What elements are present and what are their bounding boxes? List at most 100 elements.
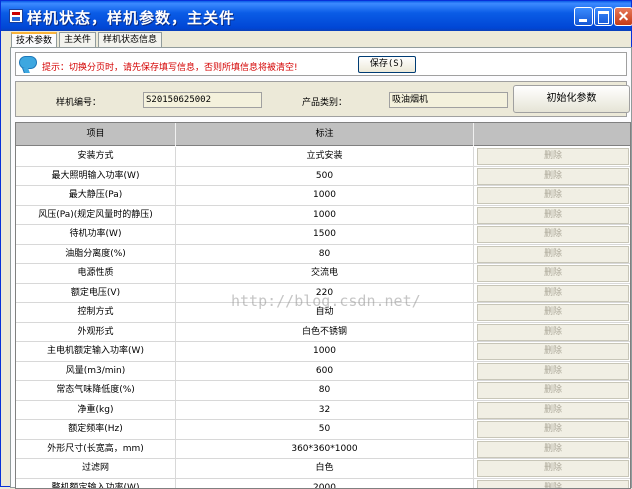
- delete-button[interactable]: 删除: [477, 226, 629, 243]
- table-row[interactable]: 最大照明输入功率(W)500删除: [16, 167, 631, 187]
- delete-button[interactable]: 删除: [477, 343, 629, 360]
- row-value-cell[interactable]: 50: [176, 420, 474, 439]
- row-value-cell[interactable]: 1500: [176, 225, 474, 244]
- row-action-cell: 删除: [474, 362, 631, 381]
- row-item-cell: 待机功率(W): [16, 225, 176, 244]
- row-value-cell[interactable]: 2000: [176, 479, 474, 489]
- row-action-cell: 删除: [474, 225, 631, 244]
- table-row[interactable]: 安装方式立式安装删除: [16, 147, 631, 167]
- table-row[interactable]: 油脂分离度(%)80删除: [16, 245, 631, 265]
- delete-button[interactable]: 删除: [477, 382, 629, 399]
- product-type-field[interactable]: 吸油烟机: [389, 92, 508, 108]
- save-button[interactable]: 保存(S): [358, 56, 416, 73]
- delete-button[interactable]: 删除: [477, 207, 629, 224]
- delete-button[interactable]: 删除: [477, 304, 629, 321]
- row-item-cell: 安装方式: [16, 147, 176, 166]
- speech-bubble-icon: [19, 56, 37, 69]
- row-item-cell: 最大照明输入功率(W): [16, 167, 176, 186]
- sample-info-panel: 样机编号： S20150625002 产品类别： 吸油烟机 初始化参数: [15, 81, 627, 117]
- row-value-cell[interactable]: 360*360*1000: [176, 440, 474, 459]
- table-row[interactable]: 额定频率(Hz)50删除: [16, 420, 631, 440]
- row-value-cell[interactable]: 1000: [176, 206, 474, 225]
- delete-button[interactable]: 删除: [477, 246, 629, 263]
- row-action-cell: 删除: [474, 147, 631, 166]
- table-row[interactable]: 额定电压(V)220删除: [16, 284, 631, 304]
- tab-sample-status[interactable]: 样机状态信息: [98, 32, 162, 47]
- row-action-cell: 删除: [474, 186, 631, 205]
- table-row[interactable]: 控制方式自动删除: [16, 303, 631, 323]
- header-item: 项目: [16, 123, 176, 146]
- row-value-cell[interactable]: 白色: [176, 459, 474, 478]
- delete-button[interactable]: 删除: [477, 421, 629, 438]
- close-button[interactable]: [614, 7, 632, 26]
- maximize-button[interactable]: [594, 7, 613, 26]
- delete-button[interactable]: 删除: [477, 363, 629, 380]
- params-table: 项目 标注 安装方式立式安装删除最大照明输入功率(W)500删除最大静压(Pa)…: [15, 122, 631, 489]
- table-header: 项目 标注: [16, 123, 631, 146]
- delete-button[interactable]: 删除: [477, 441, 629, 458]
- row-item-cell: 风量(m3/min): [16, 362, 176, 381]
- row-value-cell[interactable]: 自动: [176, 303, 474, 322]
- title-bar[interactable]: 样机状态，样机参数，主关件: [1, 1, 631, 31]
- table-row[interactable]: 待机功率(W)1500删除: [16, 225, 631, 245]
- row-value-cell[interactable]: 220: [176, 284, 474, 303]
- row-value-cell[interactable]: 1000: [176, 342, 474, 361]
- app-window: 样机状态，样机参数，主关件 技术参数 主关件 样机状态信息 提示：切换分页时，请…: [0, 0, 632, 487]
- delete-button[interactable]: 删除: [477, 402, 629, 419]
- table-row[interactable]: 外形尺寸(长宽高，mm)360*360*1000删除: [16, 440, 631, 460]
- delete-button[interactable]: 删除: [477, 265, 629, 282]
- notice-bar: 提示：切换分页时，请先保存填写信息，否则所填信息将被清空! 保存(S): [15, 52, 627, 76]
- row-value-cell[interactable]: 600: [176, 362, 474, 381]
- table-row[interactable]: 风压(Pa)(规定风量时的静压)1000删除: [16, 206, 631, 226]
- table-row[interactable]: 最大静压(Pa)1000删除: [16, 186, 631, 206]
- row-item-cell: 额定电压(V): [16, 284, 176, 303]
- row-action-cell: 删除: [474, 303, 631, 322]
- table-row[interactable]: 整机额定输入功率(W)2000删除: [16, 479, 631, 489]
- row-value-cell[interactable]: 80: [176, 245, 474, 264]
- sample-number-field[interactable]: S20150625002: [143, 92, 262, 108]
- table-row[interactable]: 过滤网白色删除: [16, 459, 631, 479]
- minimize-button[interactable]: [574, 7, 593, 26]
- delete-button[interactable]: 删除: [477, 168, 629, 185]
- row-item-cell: 控制方式: [16, 303, 176, 322]
- row-value-cell[interactable]: 交流电: [176, 264, 474, 283]
- row-item-cell: 额定频率(Hz): [16, 420, 176, 439]
- delete-button[interactable]: 删除: [477, 187, 629, 204]
- init-params-button[interactable]: 初始化参数: [513, 85, 630, 113]
- delete-button[interactable]: 删除: [477, 324, 629, 341]
- row-action-cell: 删除: [474, 323, 631, 342]
- row-action-cell: 删除: [474, 284, 631, 303]
- row-item-cell: 油脂分离度(%): [16, 245, 176, 264]
- row-value-cell[interactable]: 白色不锈钢: [176, 323, 474, 342]
- delete-button[interactable]: 删除: [477, 148, 629, 165]
- tab-panel: 提示：切换分页时，请先保存填写信息，否则所填信息将被清空! 保存(S) 样机编号…: [10, 47, 632, 488]
- row-value-cell[interactable]: 立式安装: [176, 147, 474, 166]
- row-action-cell: 删除: [474, 479, 631, 489]
- row-action-cell: 删除: [474, 206, 631, 225]
- table-row[interactable]: 风量(m3/min)600删除: [16, 362, 631, 382]
- row-action-cell: 删除: [474, 342, 631, 361]
- row-action-cell: 删除: [474, 245, 631, 264]
- table-row[interactable]: 电源性质交流电删除: [16, 264, 631, 284]
- tab-tech-params[interactable]: 技术参数: [11, 32, 57, 48]
- row-value-cell[interactable]: 80: [176, 381, 474, 400]
- delete-button[interactable]: 删除: [477, 480, 629, 489]
- delete-button[interactable]: 删除: [477, 460, 629, 477]
- row-item-cell: 常态气味降低度(%): [16, 381, 176, 400]
- row-value-cell[interactable]: 500: [176, 167, 474, 186]
- table-row[interactable]: 常态气味降低度(%)80删除: [16, 381, 631, 401]
- row-value-cell[interactable]: 1000: [176, 186, 474, 205]
- sample-number-label: 样机编号：: [56, 95, 101, 108]
- notice-text: 提示：切换分页时，请先保存填写信息，否则所填信息将被清空!: [42, 60, 298, 73]
- tab-main-parts[interactable]: 主关件: [59, 32, 96, 47]
- app-icon: [9, 9, 23, 23]
- table-row[interactable]: 主电机额定输入功率(W)1000删除: [16, 342, 631, 362]
- row-item-cell: 风压(Pa)(规定风量时的静压): [16, 206, 176, 225]
- table-row[interactable]: 外观形式白色不锈钢删除: [16, 323, 631, 343]
- row-item-cell: 净重(kg): [16, 401, 176, 420]
- table-row[interactable]: 净重(kg)32删除: [16, 401, 631, 421]
- delete-button[interactable]: 删除: [477, 285, 629, 302]
- tab-strip: 技术参数 主关件 样机状态信息: [11, 32, 164, 48]
- row-action-cell: 删除: [474, 440, 631, 459]
- row-value-cell[interactable]: 32: [176, 401, 474, 420]
